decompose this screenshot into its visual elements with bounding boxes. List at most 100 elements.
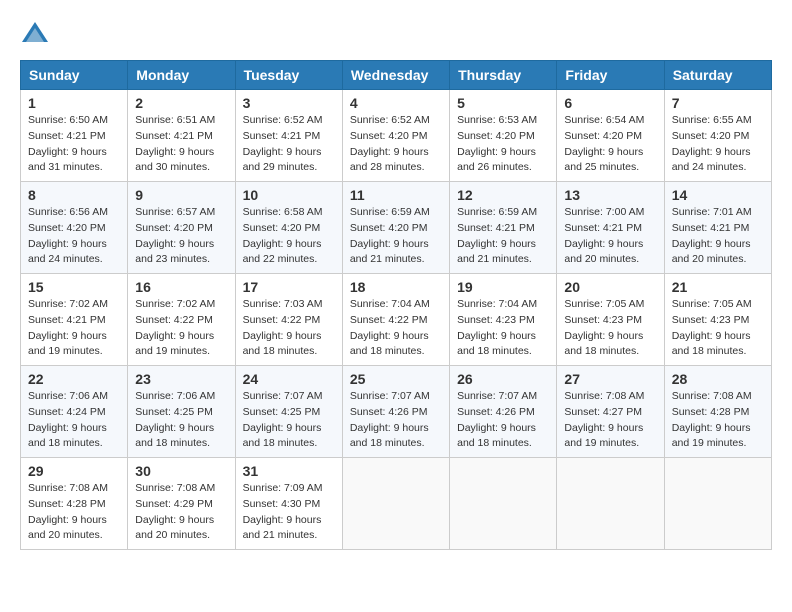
day-info: Sunrise: 7:07 AM Sunset: 4:25 PM Dayligh… xyxy=(243,389,335,452)
calendar-day-cell: 20 Sunrise: 7:05 AM Sunset: 4:23 PM Dayli… xyxy=(557,274,664,366)
calendar-day-cell: 5 Sunrise: 6:53 AM Sunset: 4:20 PM Daylig… xyxy=(450,90,557,182)
day-info: Sunrise: 7:05 AM Sunset: 4:23 PM Dayligh… xyxy=(564,297,656,360)
day-number: 1 xyxy=(28,95,120,111)
day-number: 11 xyxy=(350,187,442,203)
calendar-day-cell: 22 Sunrise: 7:06 AM Sunset: 4:24 PM Dayli… xyxy=(21,366,128,458)
calendar-day-cell: 31Sunrise: 7:09 AM Sunset: 4:30 PM Dayli… xyxy=(235,458,342,550)
calendar-week-row: 29 Sunrise: 7:08 AM Sunset: 4:28 PM Dayli… xyxy=(21,458,772,550)
day-number: 16 xyxy=(135,279,227,295)
day-info: Sunrise: 6:59 AM Sunset: 4:20 PM Dayligh… xyxy=(350,205,442,268)
day-number: 2 xyxy=(135,95,227,111)
day-number: 23 xyxy=(135,371,227,387)
calendar-body: 1 Sunrise: 6:50 AM Sunset: 4:21 PM Daylig… xyxy=(21,90,772,550)
calendar-day-cell: 3Sunrise: 6:52 AM Sunset: 4:21 PM Daylig… xyxy=(235,90,342,182)
calendar-day-cell: 30 Sunrise: 7:08 AM Sunset: 4:29 PM Dayli… xyxy=(128,458,235,550)
day-number: 29 xyxy=(28,463,120,479)
weekday-header: Tuesday xyxy=(235,61,342,90)
calendar-day-cell: 28 Sunrise: 7:08 AM Sunset: 4:28 PM Dayli… xyxy=(664,366,771,458)
day-number: 10 xyxy=(243,187,335,203)
calendar-day-cell: 11 Sunrise: 6:59 AM Sunset: 4:20 PM Dayli… xyxy=(342,182,449,274)
calendar-week-row: 15 Sunrise: 7:02 AM Sunset: 4:21 PM Dayli… xyxy=(21,274,772,366)
day-number: 28 xyxy=(672,371,764,387)
day-number: 25 xyxy=(350,371,442,387)
calendar-day-cell: 26Sunrise: 7:07 AM Sunset: 4:26 PM Dayli… xyxy=(450,366,557,458)
calendar-day-cell: 9 Sunrise: 6:57 AM Sunset: 4:20 PM Daylig… xyxy=(128,182,235,274)
day-info: Sunrise: 6:52 AM Sunset: 4:21 PM Dayligh… xyxy=(243,113,335,176)
day-info: Sunrise: 6:59 AM Sunset: 4:21 PM Dayligh… xyxy=(457,205,549,268)
calendar-day-cell: 24 Sunrise: 7:07 AM Sunset: 4:25 PM Dayli… xyxy=(235,366,342,458)
weekday-header: Monday xyxy=(128,61,235,90)
weekday-header: Saturday xyxy=(664,61,771,90)
calendar-day-cell xyxy=(450,458,557,550)
day-number: 9 xyxy=(135,187,227,203)
day-number: 19 xyxy=(457,279,549,295)
day-number: 17 xyxy=(243,279,335,295)
calendar-day-cell: 1 Sunrise: 6:50 AM Sunset: 4:21 PM Daylig… xyxy=(21,90,128,182)
weekday-header: Wednesday xyxy=(342,61,449,90)
day-info: Sunrise: 7:06 AM Sunset: 4:25 PM Dayligh… xyxy=(135,389,227,452)
day-number: 21 xyxy=(672,279,764,295)
calendar-day-cell: 13 Sunrise: 7:00 AM Sunset: 4:21 PM Dayli… xyxy=(557,182,664,274)
day-info: Sunrise: 7:09 AM Sunset: 4:30 PM Dayligh… xyxy=(243,481,335,544)
calendar-day-cell: 2 Sunrise: 6:51 AM Sunset: 4:21 PM Daylig… xyxy=(128,90,235,182)
day-number: 7 xyxy=(672,95,764,111)
day-info: Sunrise: 7:08 AM Sunset: 4:27 PM Dayligh… xyxy=(564,389,656,452)
calendar-table: SundayMondayTuesdayWednesdayThursdayFrid… xyxy=(20,60,772,550)
day-info: Sunrise: 6:57 AM Sunset: 4:20 PM Dayligh… xyxy=(135,205,227,268)
day-info: Sunrise: 6:50 AM Sunset: 4:21 PM Dayligh… xyxy=(28,113,120,176)
day-info: Sunrise: 6:56 AM Sunset: 4:20 PM Dayligh… xyxy=(28,205,120,268)
day-info: Sunrise: 6:53 AM Sunset: 4:20 PM Dayligh… xyxy=(457,113,549,176)
day-number: 24 xyxy=(243,371,335,387)
day-number: 27 xyxy=(564,371,656,387)
day-info: Sunrise: 7:00 AM Sunset: 4:21 PM Dayligh… xyxy=(564,205,656,268)
calendar-day-cell: 19 Sunrise: 7:04 AM Sunset: 4:23 PM Dayli… xyxy=(450,274,557,366)
day-info: Sunrise: 7:05 AM Sunset: 4:23 PM Dayligh… xyxy=(672,297,764,360)
day-info: Sunrise: 7:08 AM Sunset: 4:29 PM Dayligh… xyxy=(135,481,227,544)
day-number: 22 xyxy=(28,371,120,387)
day-info: Sunrise: 7:03 AM Sunset: 4:22 PM Dayligh… xyxy=(243,297,335,360)
day-number: 12 xyxy=(457,187,549,203)
calendar-day-cell: 17 Sunrise: 7:03 AM Sunset: 4:22 PM Dayli… xyxy=(235,274,342,366)
day-info: Sunrise: 7:04 AM Sunset: 4:23 PM Dayligh… xyxy=(457,297,549,360)
day-info: Sunrise: 7:01 AM Sunset: 4:21 PM Dayligh… xyxy=(672,205,764,268)
calendar-header-row: SundayMondayTuesdayWednesdayThursdayFrid… xyxy=(21,61,772,90)
calendar-day-cell: 27 Sunrise: 7:08 AM Sunset: 4:27 PM Dayli… xyxy=(557,366,664,458)
day-info: Sunrise: 6:58 AM Sunset: 4:20 PM Dayligh… xyxy=(243,205,335,268)
calendar-day-cell: 10 Sunrise: 6:58 AM Sunset: 4:20 PM Dayli… xyxy=(235,182,342,274)
day-info: Sunrise: 6:55 AM Sunset: 4:20 PM Dayligh… xyxy=(672,113,764,176)
calendar-day-cell: 15 Sunrise: 7:02 AM Sunset: 4:21 PM Dayli… xyxy=(21,274,128,366)
calendar-day-cell: 25Sunrise: 7:07 AM Sunset: 4:26 PM Dayli… xyxy=(342,366,449,458)
calendar-day-cell: 18Sunrise: 7:04 AM Sunset: 4:22 PM Dayli… xyxy=(342,274,449,366)
calendar-day-cell: 6 Sunrise: 6:54 AM Sunset: 4:20 PM Daylig… xyxy=(557,90,664,182)
day-number: 30 xyxy=(135,463,227,479)
calendar-day-cell: 8 Sunrise: 6:56 AM Sunset: 4:20 PM Daylig… xyxy=(21,182,128,274)
day-info: Sunrise: 7:08 AM Sunset: 4:28 PM Dayligh… xyxy=(28,481,120,544)
day-number: 18 xyxy=(350,279,442,295)
day-info: Sunrise: 6:52 AM Sunset: 4:20 PM Dayligh… xyxy=(350,113,442,176)
page-header xyxy=(20,20,772,50)
weekday-header: Sunday xyxy=(21,61,128,90)
day-number: 15 xyxy=(28,279,120,295)
day-number: 13 xyxy=(564,187,656,203)
calendar-day-cell: 23 Sunrise: 7:06 AM Sunset: 4:25 PM Dayli… xyxy=(128,366,235,458)
logo xyxy=(20,20,54,50)
day-number: 5 xyxy=(457,95,549,111)
day-info: Sunrise: 6:51 AM Sunset: 4:21 PM Dayligh… xyxy=(135,113,227,176)
logo-icon xyxy=(20,20,50,50)
day-info: Sunrise: 7:02 AM Sunset: 4:22 PM Dayligh… xyxy=(135,297,227,360)
calendar-day-cell: 29 Sunrise: 7:08 AM Sunset: 4:28 PM Dayli… xyxy=(21,458,128,550)
day-info: Sunrise: 6:54 AM Sunset: 4:20 PM Dayligh… xyxy=(564,113,656,176)
day-info: Sunrise: 7:06 AM Sunset: 4:24 PM Dayligh… xyxy=(28,389,120,452)
calendar-week-row: 1 Sunrise: 6:50 AM Sunset: 4:21 PM Daylig… xyxy=(21,90,772,182)
day-number: 8 xyxy=(28,187,120,203)
calendar-day-cell: 12 Sunrise: 6:59 AM Sunset: 4:21 PM Dayli… xyxy=(450,182,557,274)
day-number: 6 xyxy=(564,95,656,111)
day-number: 14 xyxy=(672,187,764,203)
weekday-header: Friday xyxy=(557,61,664,90)
day-info: Sunrise: 7:08 AM Sunset: 4:28 PM Dayligh… xyxy=(672,389,764,452)
day-info: Sunrise: 7:07 AM Sunset: 4:26 PM Dayligh… xyxy=(457,389,549,452)
day-number: 20 xyxy=(564,279,656,295)
day-info: Sunrise: 7:02 AM Sunset: 4:21 PM Dayligh… xyxy=(28,297,120,360)
day-number: 4 xyxy=(350,95,442,111)
calendar-week-row: 22 Sunrise: 7:06 AM Sunset: 4:24 PM Dayli… xyxy=(21,366,772,458)
